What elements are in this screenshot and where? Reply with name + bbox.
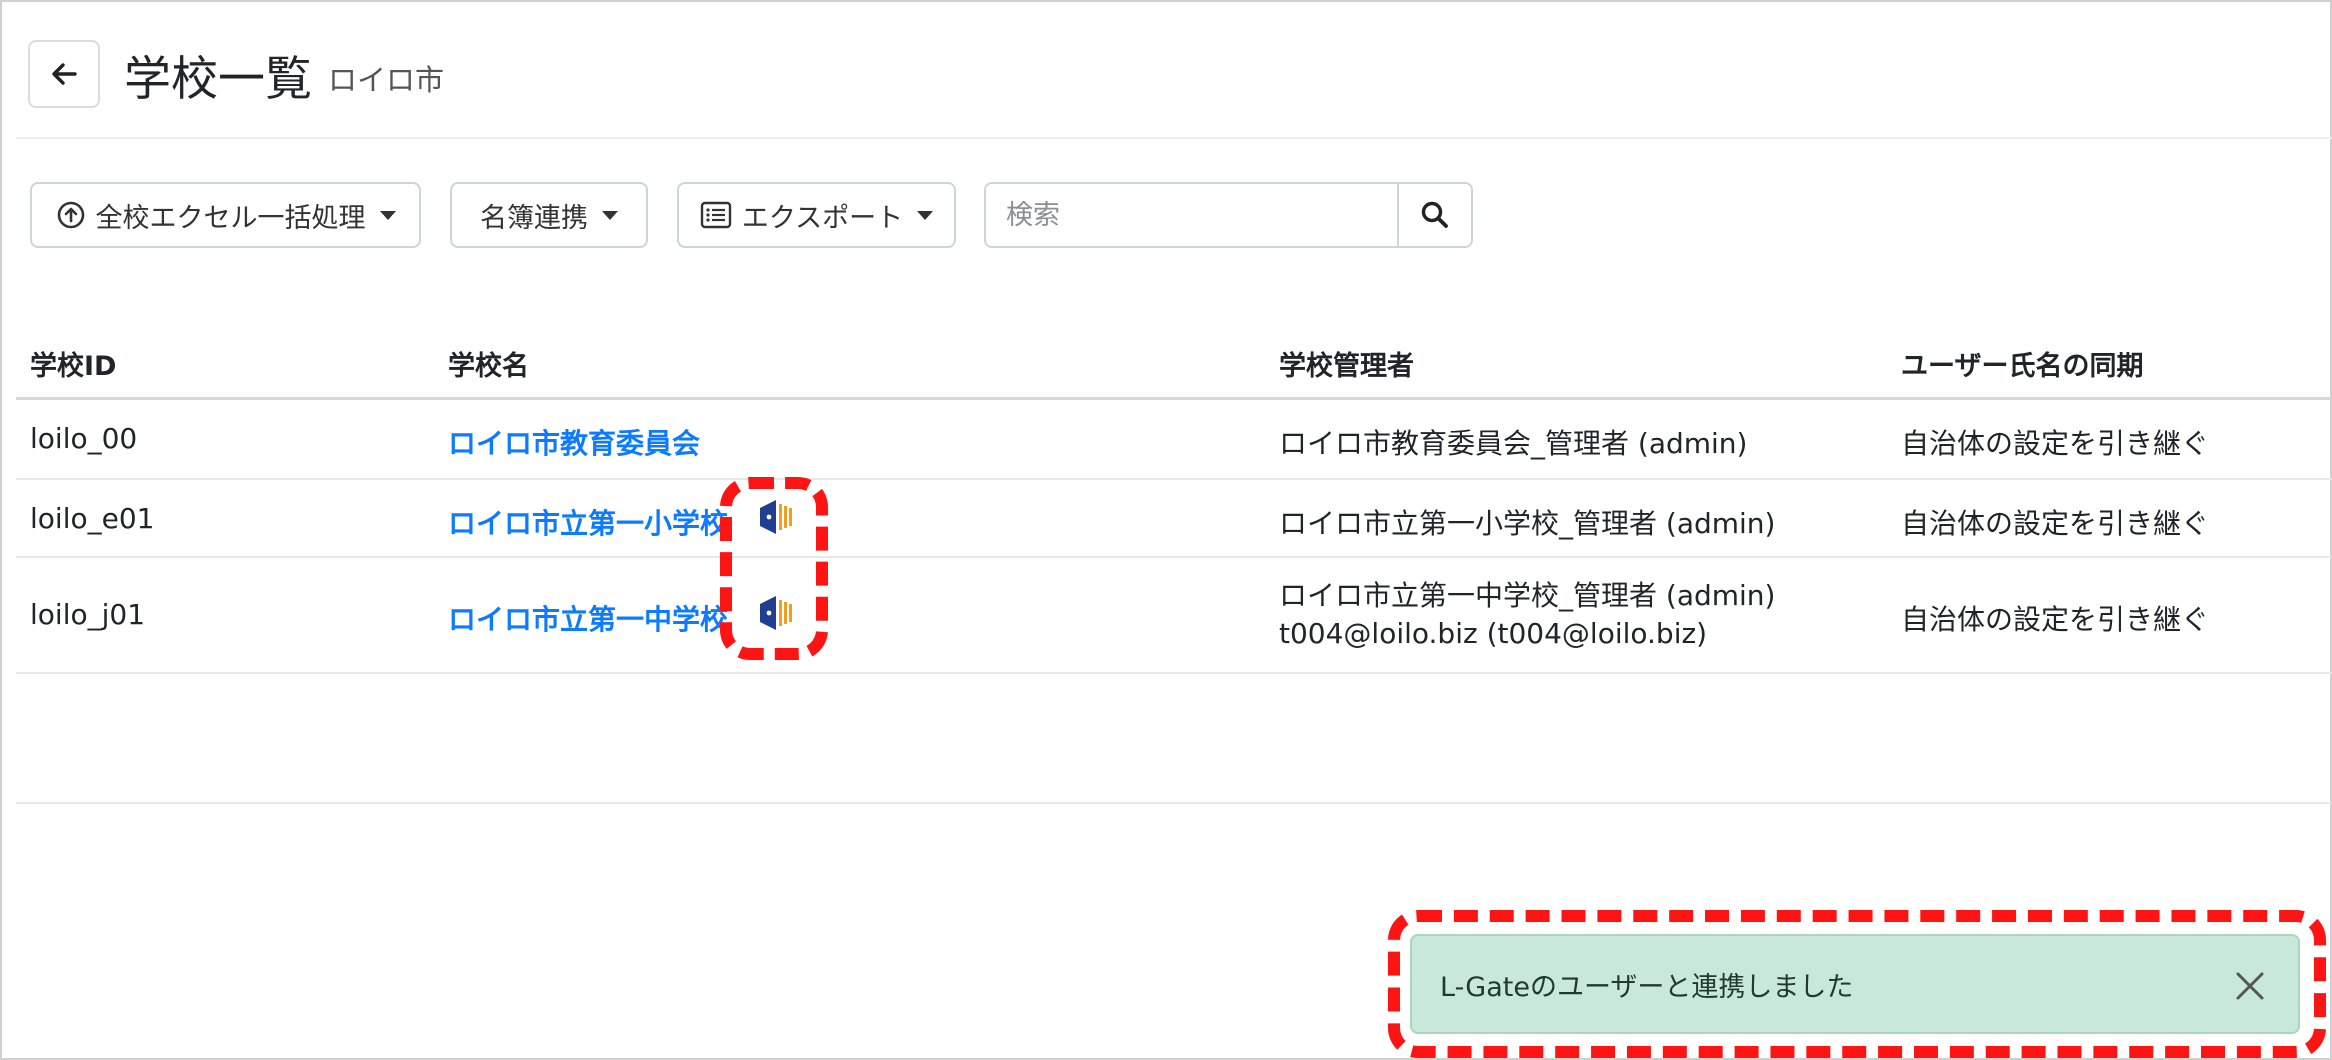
column-header-school-name: 学校名 (448, 351, 529, 382)
list-icon (700, 201, 732, 229)
page-title: 学校一覧 (124, 51, 312, 107)
school-id: loilo_00 (30, 422, 138, 455)
excel-bulk-label: 全校エクセル一括処理 (95, 202, 366, 234)
roster-link-dropdown-button[interactable]: 名簿連携 (450, 182, 648, 248)
table-row: loilo_00 ロイロ市教育委員会 ロイロ市教育委員会_管理者 (admin)… (16, 400, 2332, 480)
back-button[interactable] (28, 40, 100, 108)
table-row: loilo_e01 ロイロ市立第一小学校 ロイロ市立第一小学校_管理者 (adm… (16, 480, 2332, 558)
name-sync-setting: 自治体の設定を引き継ぐ (1901, 427, 2210, 460)
roster-link-label: 名簿連携 (480, 202, 588, 234)
school-admin: ロイロ市教育委員会_管理者 (admin) (1279, 427, 1748, 460)
header-divider (16, 137, 2332, 139)
l-gate-logo-icon (760, 500, 792, 534)
page-subtitle: ロイロ市 (328, 63, 445, 97)
school-name-link[interactable]: ロイロ市教育委員会 (448, 422, 700, 462)
search-box (984, 182, 1473, 248)
export-dropdown-button[interactable]: エクスポート (677, 182, 956, 248)
name-sync-setting: 自治体の設定を引き継ぐ (1901, 603, 2210, 636)
circle-arrow-up-icon (57, 201, 84, 229)
column-header-name-sync: ユーザー氏名の同期 (1901, 351, 2144, 382)
toast-message: L-Gateのユーザーと連携しました (1440, 971, 1854, 1003)
school-name-link[interactable]: ロイロ市立第一中学校 (448, 598, 728, 638)
table-bottom-divider (16, 802, 2332, 804)
school-name-link[interactable]: ロイロ市立第一小学校 (448, 502, 728, 542)
excel-bulk-dropdown-button[interactable]: 全校エクセル一括処理 (30, 182, 421, 248)
chevron-down-icon (602, 210, 618, 220)
school-admin: ロイロ市立第一中学校_管理者 (admin) (1279, 579, 1776, 612)
name-sync-setting: 自治体の設定を引き継ぐ (1901, 507, 2210, 540)
success-toast: L-Gateのユーザーと連携しました (1410, 934, 2300, 1034)
table-row: loilo_j01 ロイロ市立第一中学校 ロイロ市立第一中学校_管理者 (adm… (16, 558, 2332, 674)
export-label: エクスポート (741, 202, 904, 234)
table-header: 学校ID 学校名 学校管理者 ユーザー氏名の同期 (16, 330, 2332, 400)
close-icon (2236, 972, 2264, 1000)
column-header-school-admin: 学校管理者 (1279, 351, 1414, 382)
column-header-school-id: 学校ID (30, 351, 117, 382)
toast-close-button[interactable] (2230, 966, 2270, 1006)
l-gate-logo-icon (760, 596, 792, 630)
school-id: loilo_j01 (30, 598, 146, 631)
arrow-left-icon (52, 63, 77, 85)
school-admin-secondary: t004@loilo.biz (t004@loilo.biz) (1279, 617, 1708, 650)
search-input[interactable] (986, 184, 1397, 246)
chevron-down-icon (917, 210, 934, 220)
school-id: loilo_e01 (30, 502, 155, 535)
magnifier-icon (1421, 201, 1448, 228)
chevron-down-icon (379, 210, 396, 220)
school-admin: ロイロ市立第一小学校_管理者 (admin) (1279, 507, 1776, 540)
search-button[interactable] (1397, 184, 1471, 246)
